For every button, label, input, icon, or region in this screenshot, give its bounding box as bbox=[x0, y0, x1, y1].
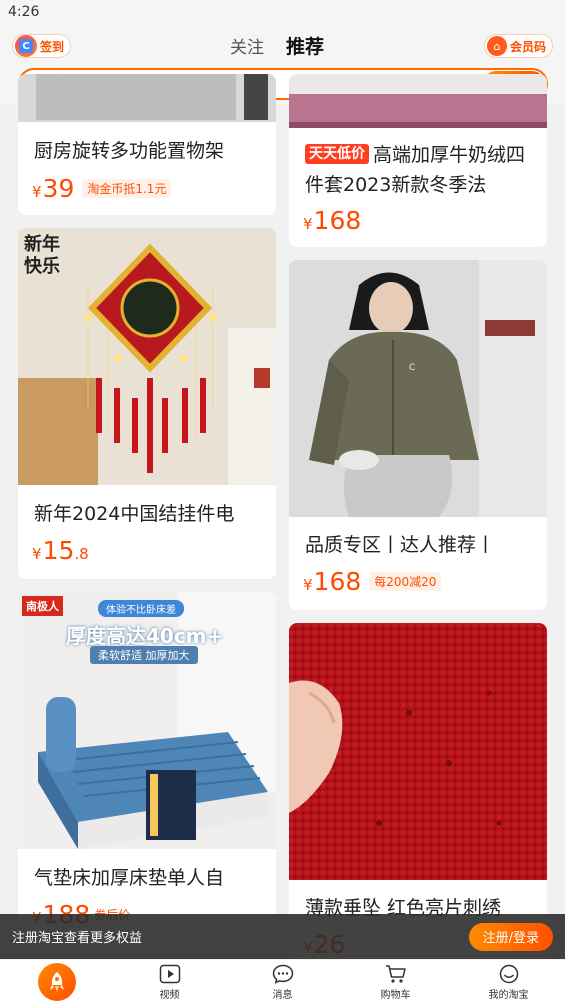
product-price: ¥168 bbox=[303, 206, 362, 235]
product-price: ¥168 每200减20 bbox=[303, 567, 442, 596]
status-bar: 4:26 bbox=[0, 0, 565, 26]
product-card[interactable]: 天天低价 高端加厚牛奶绒四件套2023新款冬季法 ¥168 bbox=[289, 74, 547, 247]
home-rocket-icon bbox=[37, 963, 76, 1001]
tab-cart-label: 购物车 bbox=[380, 989, 411, 1001]
tab-recommend[interactable]: 推荐 bbox=[286, 32, 324, 59]
member-code-icon: ⌂ bbox=[486, 36, 507, 56]
product-card[interactable]: C 品质专区丨达人推荐丨 ¥168 每200减20 bbox=[289, 260, 547, 610]
product-image: 南极人 体验不比卧床差 厚度高达40cm+ 柔软舒适 加厚加大 bbox=[18, 592, 276, 849]
register-login-button[interactable]: 注册/登录 bbox=[468, 922, 553, 951]
status-time: 4:26 bbox=[8, 4, 40, 20]
promo-tag: 天天低价 bbox=[305, 144, 369, 164]
video-icon bbox=[159, 964, 180, 983]
product-image bbox=[18, 74, 276, 122]
product-price: ¥15.8 bbox=[32, 536, 89, 565]
bottom-tab-bar: 视频 消息 购物车 我的淘宝 bbox=[0, 959, 565, 1004]
image-headline: 厚度高达40cm+ bbox=[66, 624, 224, 648]
image-banner: 体验不比卧床差 bbox=[98, 600, 184, 617]
register-banner: 注册淘宝查看更多权益 注册/登录 bbox=[0, 914, 565, 959]
feed-tabs: 关注 推荐 bbox=[230, 32, 324, 59]
product-title: 品质专区丨达人推荐丨 bbox=[305, 534, 496, 556]
brand-logo: 南极人 bbox=[22, 596, 63, 616]
message-icon bbox=[272, 964, 293, 984]
tab-my-taobao[interactable]: 我的淘宝 bbox=[452, 960, 565, 1004]
profile-smile-icon bbox=[499, 964, 518, 983]
tab-video[interactable]: 视频 bbox=[113, 960, 226, 1004]
product-title: 厨房旋转多功能置物架 bbox=[34, 140, 225, 162]
tab-cart[interactable]: 购物车 bbox=[339, 960, 452, 1004]
product-title: 新年2024中国结挂件电 bbox=[34, 503, 235, 525]
cart-icon bbox=[385, 964, 406, 983]
product-image bbox=[289, 74, 547, 128]
sign-in-icon: C bbox=[15, 35, 37, 57]
tab-follow[interactable]: 关注 bbox=[230, 33, 264, 58]
product-price: ¥39 淘金币抵1.1元 bbox=[32, 174, 172, 203]
register-text: 注册淘宝查看更多权益 bbox=[12, 931, 143, 946]
tab-home[interactable] bbox=[0, 960, 113, 1004]
product-card[interactable]: 薄款垂坠 红色亮片刺绣 ¥26 bbox=[289, 623, 547, 959]
product-title: 天天低价 高端加厚牛奶绒四件套2023新款冬季法 bbox=[305, 144, 526, 196]
product-card[interactable]: 南极人 体验不比卧床差 厚度高达40cm+ 柔软舒适 加厚加大 气垫床加厚床垫单… bbox=[18, 592, 276, 932]
product-card[interactable]: 新年快乐 新年2024中国结挂件电 ¥15.8 bbox=[18, 228, 276, 579]
sign-in-label: 签到 bbox=[40, 39, 65, 54]
svg-text:C: C bbox=[409, 363, 415, 373]
sign-in-button[interactable]: C 签到 bbox=[12, 34, 72, 58]
discount-badge: 每200减20 bbox=[369, 572, 442, 591]
product-image bbox=[289, 623, 547, 880]
member-code-button[interactable]: ⌂ 会员码 bbox=[483, 34, 553, 58]
image-overlay-text: 新年快乐 bbox=[24, 234, 60, 277]
member-code-label: 会员码 bbox=[509, 39, 546, 54]
product-title: 气垫床加厚床垫单人自 bbox=[34, 867, 225, 889]
image-subline: 柔软舒适 加厚加大 bbox=[90, 646, 198, 664]
product-card[interactable]: 厨房旋转多功能置物架 ¥39 淘金币抵1.1元 bbox=[18, 74, 276, 215]
tab-video-label: 视频 bbox=[159, 989, 180, 1001]
tab-messages[interactable]: 消息 bbox=[226, 960, 339, 1004]
coin-badge: 淘金币抵1.1元 bbox=[82, 179, 172, 198]
tab-messages-label: 消息 bbox=[272, 989, 293, 1001]
tab-my-taobao-label: 我的淘宝 bbox=[488, 989, 529, 1001]
product-image: C bbox=[289, 260, 547, 517]
product-image: 新年快乐 bbox=[18, 228, 276, 485]
